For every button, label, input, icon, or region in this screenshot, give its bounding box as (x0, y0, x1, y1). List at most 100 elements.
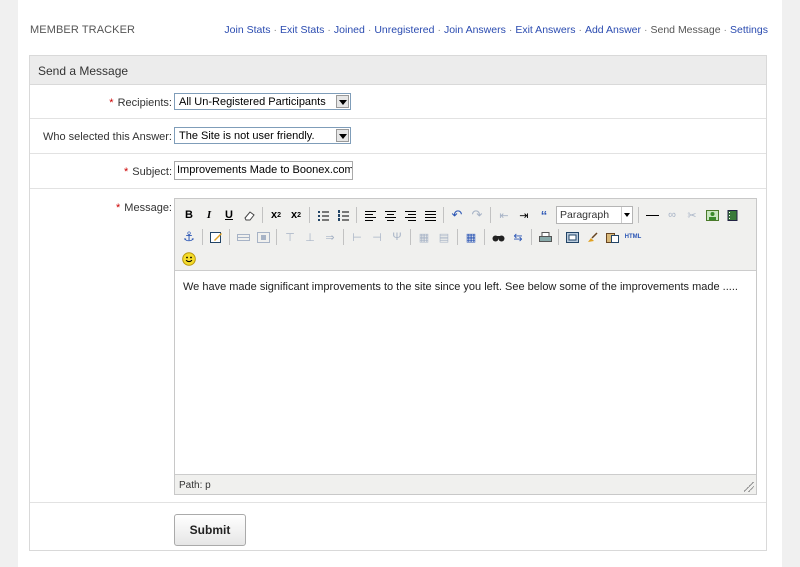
recipients-select[interactable]: All Un-Registered Participants (174, 93, 351, 110)
table-row-props-icon[interactable] (233, 227, 253, 247)
toolbar-separator (343, 229, 344, 245)
find-icon[interactable] (488, 227, 508, 247)
html-source-icon[interactable]: HTML (622, 227, 644, 247)
print-icon[interactable] (535, 227, 555, 247)
bold-icon[interactable]: B (179, 205, 199, 225)
image-icon[interactable] (702, 205, 722, 225)
required-mark: * (123, 166, 129, 178)
align-justify-icon[interactable] (420, 205, 440, 225)
delete-row-icon[interactable]: ⇒ (320, 227, 340, 247)
anchor-icon[interactable]: ⚓ (179, 227, 199, 247)
media-icon[interactable] (722, 205, 742, 225)
table-icon[interactable]: ▦ (461, 227, 481, 247)
align-left-icon[interactable] (360, 205, 380, 225)
recipients-row: * Recipients: All Un-Registered Participa… (30, 86, 766, 119)
subject-label: * Subject: (123, 166, 172, 178)
superscript-icon[interactable]: x2 (286, 205, 306, 225)
blockquote-icon[interactable]: “ (534, 205, 554, 225)
insert-row-after-icon[interactable]: ⊥ (300, 227, 320, 247)
toolbar-separator (202, 229, 203, 245)
nav-separator: · (508, 24, 513, 36)
align-center-icon[interactable] (380, 205, 400, 225)
toolbar-separator (490, 207, 491, 223)
toolbar-separator (276, 229, 277, 245)
submit-button[interactable]: Submit (174, 514, 246, 546)
nav-settings[interactable]: Settings (730, 24, 768, 36)
required-mark: * (116, 202, 121, 214)
table-cell-props-icon[interactable] (253, 227, 273, 247)
insert-col-before-icon[interactable]: ⊢ (347, 227, 367, 247)
page: MEMBER TRACKER Join Stats · Exit Stats · Joi… (18, 0, 782, 567)
indent-icon[interactable]: ⇥ (514, 205, 534, 225)
submit-row: Submit (30, 504, 766, 550)
horizontal-rule-icon[interactable] (642, 205, 662, 225)
dropdown-arrow-icon (336, 95, 349, 108)
nav-exit-stats[interactable]: Exit Stats (280, 24, 324, 36)
toolbar-separator (638, 207, 639, 223)
eraser-icon[interactable] (239, 205, 259, 225)
recipients-value: All Un-Registered Participants (179, 96, 326, 108)
nav-separator: · (273, 24, 278, 36)
insert-row-before-icon[interactable]: ⊤ (280, 227, 300, 247)
nav-separator: · (327, 24, 331, 36)
delete-col-icon[interactable]: Ψ (387, 227, 407, 247)
format-select[interactable]: Paragraph (556, 206, 633, 224)
replace-icon[interactable]: ⇆ (508, 227, 528, 247)
nav-join-stats[interactable]: Join Stats (224, 24, 270, 36)
edit-icon[interactable] (206, 227, 226, 247)
toolbar-separator (262, 207, 263, 223)
unlink-icon[interactable]: ✂ (682, 205, 702, 225)
answer-row: Who selected this Answer: The Site is no… (30, 120, 766, 154)
editor-content[interactable]: We have made significant improvements to… (183, 281, 743, 293)
toolbar-row-3 (179, 248, 199, 270)
link-icon[interactable]: ∞ (662, 205, 682, 225)
merge-cells-icon[interactable]: ▤ (434, 227, 454, 247)
numbered-list-icon[interactable] (333, 205, 353, 225)
cleanup-icon[interactable] (582, 227, 602, 247)
message-row: * Message: B I U x2 x2 ↶ ↷ ⇤ ⇥ “ Paragra… (30, 190, 766, 503)
redo-icon[interactable]: ↷ (467, 205, 487, 225)
fullscreen-icon[interactable] (562, 227, 582, 247)
nav-send-message-current: Send Message (650, 24, 721, 36)
chevron-down-icon (621, 207, 632, 223)
editor-statusbar: Path: p (175, 474, 756, 494)
underline-icon[interactable]: U (219, 205, 239, 225)
top-nav: Join Stats · Exit Stats · Joined · Unregistere… (224, 24, 768, 36)
nav-exit-answers[interactable]: Exit Answers (515, 24, 575, 36)
subscript-icon[interactable]: x2 (266, 205, 286, 225)
dropdown-arrow-icon (336, 129, 349, 142)
nav-unregistered[interactable]: Unregistered (374, 24, 434, 36)
panel-title: Send a Message (30, 56, 766, 85)
bullet-list-icon[interactable] (313, 205, 333, 225)
toolbar-separator (484, 229, 485, 245)
align-right-icon[interactable] (400, 205, 420, 225)
paste-word-icon[interactable] (602, 227, 622, 247)
send-message-panel: Send a Message * Recipients: All Un-Regis… (29, 55, 767, 551)
italic-icon[interactable]: I (199, 205, 219, 225)
outdent-icon[interactable]: ⇤ (494, 205, 514, 225)
app-title: MEMBER TRACKER (30, 24, 136, 36)
split-cells-icon[interactable]: ▦ (414, 227, 434, 247)
subject-row: * Subject: Improvements Made to Boonex.co… (30, 155, 766, 189)
nav-joined[interactable]: Joined (334, 24, 365, 36)
answer-select[interactable]: The Site is not user friendly. (174, 127, 351, 144)
nav-add-answer[interactable]: Add Answer (585, 24, 641, 36)
toolbar-separator (309, 207, 310, 223)
undo-icon[interactable]: ↶ (447, 205, 467, 225)
header: MEMBER TRACKER Join Stats · Exit Stats · Joi… (30, 24, 768, 40)
insert-col-after-icon[interactable]: ⊣ (367, 227, 387, 247)
toolbar-separator (410, 229, 411, 245)
required-mark: * (109, 97, 114, 109)
nav-join-answers[interactable]: Join Answers (444, 24, 506, 36)
toolbar-separator (443, 207, 444, 223)
recipients-label: * Recipients: (109, 97, 172, 109)
rich-text-editor: B I U x2 x2 ↶ ↷ ⇤ ⇥ “ Paragraph ∞ ✂ ⚓ ⊤ … (174, 198, 757, 495)
nav-separator: · (578, 24, 582, 36)
nav-separator: · (723, 24, 728, 36)
resize-grip-icon[interactable] (744, 482, 754, 492)
subject-input[interactable]: Improvements Made to Boonex.com (174, 161, 353, 180)
emoticon-icon[interactable] (179, 249, 199, 269)
toolbar-row-2: ⚓ ⊤ ⊥ ⇒ ⊢ ⊣ Ψ ▦ ▤ ▦ ⇆ HTML (179, 226, 644, 248)
toolbar-separator (229, 229, 230, 245)
answer-value: The Site is not user friendly. (179, 130, 315, 142)
